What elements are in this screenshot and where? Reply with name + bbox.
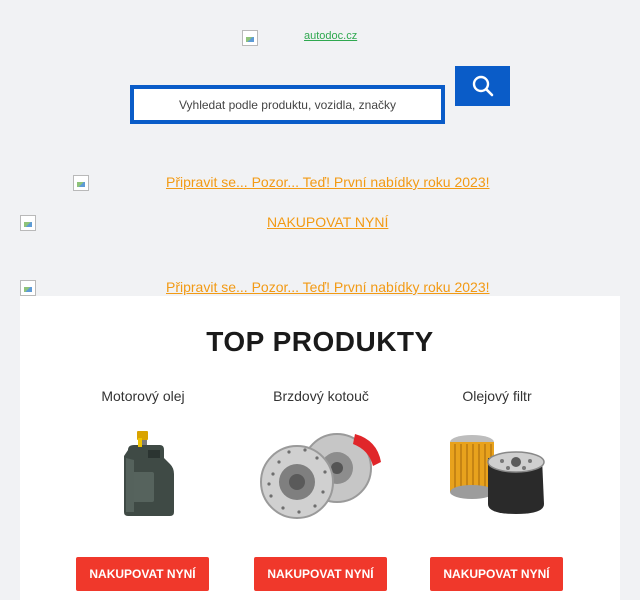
product-card: Motorový olej NAKUPOVAT NYNÍ bbox=[54, 388, 232, 600]
search-icon bbox=[472, 75, 493, 97]
logo-image-icon[interactable] bbox=[242, 30, 258, 46]
banner-image-icon[interactable] bbox=[20, 280, 36, 296]
search-button[interactable] bbox=[455, 66, 510, 106]
brake-disc-icon[interactable] bbox=[232, 428, 410, 528]
promo-banner-2: Připravit se... Pozor... Teď! První nabí… bbox=[0, 279, 640, 297]
oil-filter-icon[interactable] bbox=[408, 428, 586, 528]
banner-image-icon[interactable] bbox=[20, 215, 36, 231]
search-input[interactable] bbox=[130, 85, 445, 124]
promo-banner-link[interactable]: Připravit se... Pozor... Teď! První nabí… bbox=[166, 279, 490, 295]
product-name: Brzdový kotouč bbox=[273, 388, 369, 404]
product-name: Motorový olej bbox=[101, 388, 185, 404]
shop-now-button[interactable]: NAKUPOVAT NYNÍ bbox=[430, 557, 563, 591]
logo-row: autodoc.cz bbox=[0, 30, 640, 46]
oil-canister-icon[interactable] bbox=[54, 428, 232, 528]
shop-now-banner: NAKUPOVAT NYNÍ bbox=[0, 214, 640, 232]
shop-now-button[interactable]: NAKUPOVAT NYNÍ bbox=[254, 557, 387, 591]
shop-now-link[interactable]: NAKUPOVAT NYNÍ bbox=[267, 214, 388, 230]
product-card: Brzdový kotouč NAKUPOVAT NYNÍ bbox=[232, 388, 410, 600]
banner-image-icon[interactable] bbox=[73, 175, 89, 191]
shop-now-button[interactable]: NAKUPOVAT NYNÍ bbox=[76, 557, 209, 591]
promo-banner-1: Připravit se... Pozor... Teď! První nabí… bbox=[0, 174, 640, 192]
section-title: TOP PRODUKTY bbox=[206, 326, 434, 357]
promo-banner-link[interactable]: Připravit se... Pozor... Teď! První nabí… bbox=[166, 174, 490, 190]
logo-link[interactable]: autodoc.cz bbox=[304, 30, 357, 42]
top-products-section: TOP PRODUKTY Motorový olej NAKUPOVAT NYN… bbox=[20, 296, 620, 600]
product-card: Olejový filtr NAKUPOVAT NYNÍ bbox=[408, 388, 586, 600]
product-name: Olejový filtr bbox=[462, 388, 532, 404]
